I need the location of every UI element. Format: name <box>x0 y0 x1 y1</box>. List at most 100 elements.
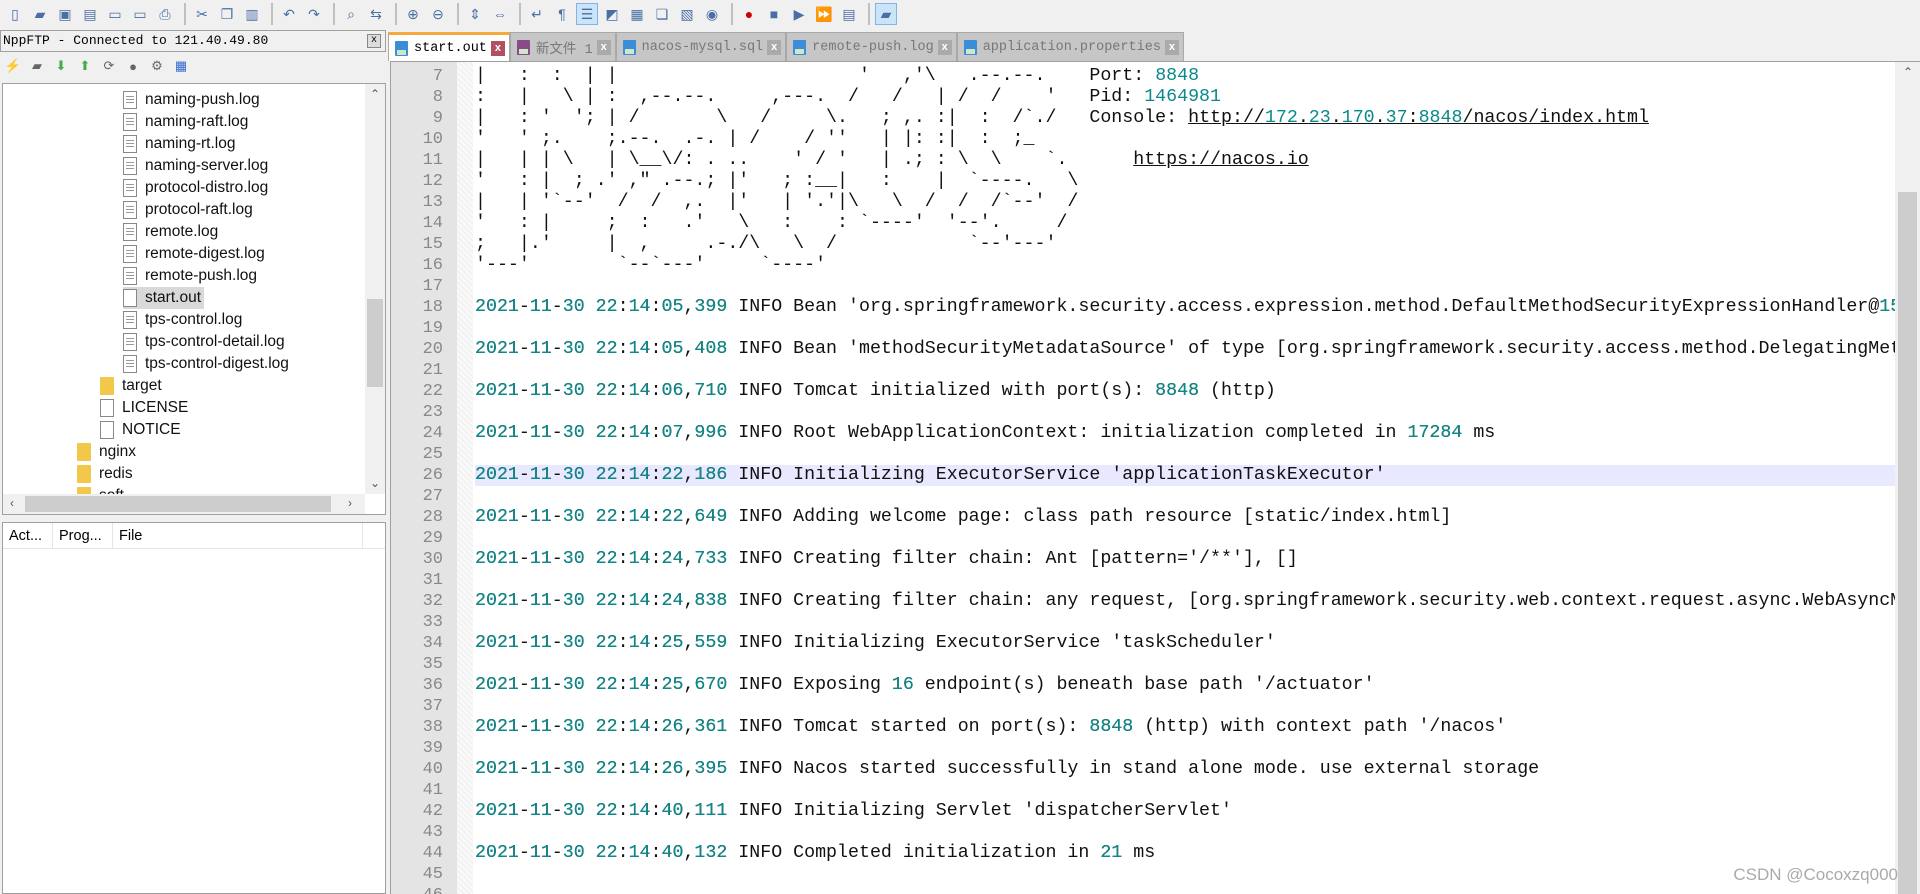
scroll-thumb[interactable] <box>1898 192 1917 894</box>
play-macro-icon[interactable]: ▶ <box>788 3 810 25</box>
tab-close-button[interactable]: x <box>490 40 505 56</box>
run-macro-multiple-icon[interactable]: ⏩ <box>813 3 835 25</box>
tree-item[interactable]: tps-control-detail.log <box>123 331 288 353</box>
paste-icon[interactable]: ▥ <box>241 3 263 25</box>
tab-remote-push-log[interactable]: remote-push.log x <box>786 32 957 61</box>
show-all-chars-icon[interactable]: ¶ <box>551 3 573 25</box>
close-all-icon[interactable]: ▭ <box>129 3 151 25</box>
settings-icon[interactable]: ⚙ <box>148 57 166 75</box>
redo-icon[interactable]: ↷ <box>303 3 325 25</box>
message-window-icon[interactable]: ▦ <box>172 57 190 75</box>
upload-icon[interactable]: ⬆ <box>76 57 94 75</box>
folder-icon <box>77 443 91 461</box>
folder-workspace-icon[interactable]: ▧ <box>676 3 698 25</box>
zoom-in-icon[interactable]: ⊕ <box>402 3 424 25</box>
tree-item[interactable]: naming-rt.log <box>123 133 238 155</box>
tree-item[interactable]: LICENSE <box>100 397 191 419</box>
save-icon[interactable]: ▣ <box>54 3 76 25</box>
tab-nacos-mysql-sql[interactable]: nacos-mysql.sql x <box>615 32 787 61</box>
undo-icon[interactable]: ↶ <box>278 3 300 25</box>
scroll-thumb[interactable] <box>25 496 331 512</box>
scroll-left-icon[interactable]: ‹ <box>10 496 14 510</box>
remote-file-tree[interactable]: naming-push.log naming-raft.log naming-rt.… <box>2 83 386 515</box>
scroll-up-icon[interactable]: ⌃ <box>1903 65 1913 79</box>
scroll-thumb[interactable] <box>367 299 383 387</box>
tree-horizontal-scrollbar[interactable]: ‹ › <box>3 494 365 514</box>
save-all-icon[interactable]: ▤ <box>79 3 101 25</box>
tree-item[interactable]: protocol-distro.log <box>123 177 271 199</box>
nppftp-panel: NppFTP - Connected to 121.40.49.80 x ⚡ ▰ ⬇… <box>0 28 388 894</box>
tab-start-out[interactable]: start.out x <box>388 32 510 61</box>
column-action[interactable]: Act... <box>3 523 53 548</box>
open-file-icon[interactable]: ▰ <box>29 3 51 25</box>
tree-item[interactable]: naming-server.log <box>123 155 271 177</box>
link[interactable]: https://nacos.io <box>1133 150 1309 170</box>
zoom-out-icon[interactable]: ⊖ <box>427 3 449 25</box>
link[interactable]: http://172.23.170.37:8848/nacos/index.ht… <box>1188 108 1649 128</box>
nppftp-icon[interactable]: ▰ <box>875 3 897 25</box>
line-number: 31 <box>422 571 443 590</box>
tree-item[interactable]: remote.log <box>123 221 221 243</box>
cut-icon[interactable]: ✂ <box>191 3 213 25</box>
editor-line: 16 '---' `--`---' `----' <box>391 255 1896 276</box>
tab-close-button[interactable]: x <box>767 39 782 55</box>
line-text: | | '`--' / / ,. |' | '.'|\ \ / / /`--' … <box>475 192 1079 212</box>
tree-item[interactable]: tps-control-digest.log <box>123 353 292 375</box>
tree-item[interactable]: NOTICE <box>100 419 184 441</box>
copy-icon[interactable]: ❐ <box>216 3 238 25</box>
line-number: 15 <box>422 235 443 254</box>
tree-item[interactable]: target <box>100 375 165 397</box>
toolbar-separator <box>457 3 459 25</box>
file-icon <box>123 267 137 285</box>
tab--1[interactable]: 新文件 1x <box>509 32 616 61</box>
close-panel-button[interactable]: x <box>367 34 381 48</box>
monitoring-icon[interactable]: ◉ <box>701 3 723 25</box>
scroll-right-icon[interactable]: › <box>348 496 352 510</box>
user-defined-language-icon[interactable]: ◩ <box>601 3 623 25</box>
text-editor[interactable]: 7 | : : | | ' ,'\ .--.--. Port: 8848 8: | … <box>390 61 1920 894</box>
print-icon[interactable]: ⎙ <box>154 3 176 25</box>
editor-line: 35 <box>391 654 1896 675</box>
close-icon[interactable]: ▭ <box>104 3 126 25</box>
tab-close-button[interactable]: x <box>596 39 611 55</box>
word-wrap-icon[interactable]: ↵ <box>526 3 548 25</box>
tab-close-button[interactable]: x <box>937 39 952 55</box>
main-toolbar: ▯ ▰ ▣ ▤ ▭ ▭ ⎙ ✂ ❐ ▥ ↶ ↷ ⌕ ⇆ ⊕ ⊖ ⇕ ⇔ ↵ ¶ ☰ ◩ ▦ ❏ ▧ ◉ ● ■ ▶ ⏩ ▤ ▰ <box>0 0 1920 28</box>
tab-application-properties[interactable]: application.properties x <box>956 32 1184 61</box>
replace-icon[interactable]: ⇆ <box>365 3 387 25</box>
function-list-icon[interactable]: ❏ <box>651 3 673 25</box>
tree-item[interactable]: protocol-raft.log <box>123 199 256 221</box>
indent-guide-icon[interactable]: ☰ <box>576 3 598 25</box>
tree-item[interactable]: start.out <box>123 287 204 309</box>
stop-macro-icon[interactable]: ■ <box>763 3 785 25</box>
abort-icon[interactable]: ● <box>124 57 142 75</box>
tree-item[interactable]: naming-push.log <box>123 89 263 111</box>
scroll-up-icon[interactable]: ⌃ <box>370 87 380 101</box>
sync-vertical-icon[interactable]: ⇕ <box>464 3 486 25</box>
tree-item[interactable]: naming-raft.log <box>123 111 251 133</box>
column-file[interactable]: File <box>113 523 363 548</box>
tree-item[interactable]: remote-digest.log <box>123 243 268 265</box>
editor-vertical-scrollbar[interactable]: ⌃ <box>1895 62 1920 894</box>
save-macro-icon[interactable]: ▤ <box>838 3 860 25</box>
tree-item[interactable]: tps-control.log <box>123 309 245 331</box>
tree-item[interactable]: remote-push.log <box>123 265 260 287</box>
sync-horizontal-icon[interactable]: ⇔ <box>489 3 511 25</box>
new-file-icon[interactable]: ▯ <box>4 3 26 25</box>
scroll-down-icon[interactable]: ⌄ <box>370 476 380 490</box>
line-number: 41 <box>422 781 443 800</box>
refresh-icon[interactable]: ⟳ <box>100 57 118 75</box>
file-icon <box>123 245 137 263</box>
tab-close-button[interactable]: x <box>1164 39 1179 55</box>
record-macro-icon[interactable]: ● <box>738 3 760 25</box>
download-icon[interactable]: ⬇ <box>52 57 70 75</box>
column-progress[interactable]: Prog... <box>53 523 113 548</box>
tree-item[interactable]: nginx <box>77 441 139 463</box>
line-number: 29 <box>422 529 443 548</box>
find-icon[interactable]: ⌕ <box>340 3 362 25</box>
connect-icon[interactable]: ⚡ <box>4 57 22 75</box>
document-map-icon[interactable]: ▦ <box>626 3 648 25</box>
tree-vertical-scrollbar[interactable]: ⌃ ⌄ <box>365 84 385 494</box>
open-directory-icon[interactable]: ▰ <box>28 57 46 75</box>
tree-item[interactable]: redis <box>77 463 136 485</box>
